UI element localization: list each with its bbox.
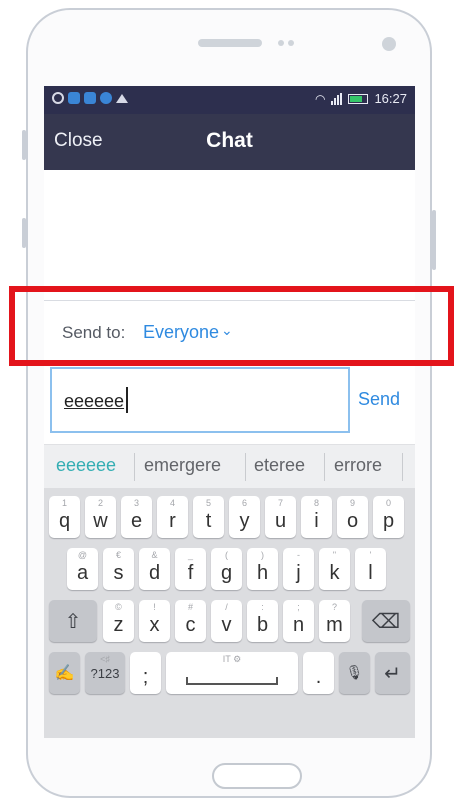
divider <box>324 453 325 481</box>
key-j[interactable]: -j <box>283 548 314 590</box>
notification-icons <box>52 92 128 104</box>
key-w[interactable]: 2w <box>85 496 116 538</box>
divider <box>245 453 246 481</box>
signal-icon <box>331 92 343 105</box>
app-notification-icon <box>84 92 96 104</box>
key-g[interactable]: (g <box>211 548 242 590</box>
enter-icon: ↵ <box>384 663 401 685</box>
text-cursor <box>126 387 128 413</box>
highlight-box <box>9 286 454 366</box>
key-e[interactable]: 3e <box>121 496 152 538</box>
chat-messages-area <box>44 170 415 300</box>
page-title: Chat <box>206 129 253 152</box>
app-notification-icon <box>100 92 112 104</box>
shift-key[interactable]: ⇧ <box>49 600 97 642</box>
key-y[interactable]: 6y <box>229 496 260 538</box>
wifi-icon: ◠ <box>314 91 326 106</box>
divider <box>402 453 403 481</box>
composer: eeeeee Send <box>44 367 415 437</box>
divider <box>134 453 135 481</box>
key-c[interactable]: # c <box>175 600 206 642</box>
screen: ◠ 16:27 Close Chat Send to: Everyone ⌄ ee… <box>44 86 415 738</box>
key-s[interactable]: € s <box>103 548 134 590</box>
front-camera <box>382 37 396 51</box>
home-button[interactable] <box>212 763 302 789</box>
key-t[interactable]: 5t <box>193 496 224 538</box>
key-p[interactable]: 0p <box>373 496 404 538</box>
battery-icon <box>348 93 369 104</box>
microphone-icon: 🎙 <box>345 664 364 680</box>
key-v[interactable]: / v <box>211 600 242 642</box>
key-k[interactable]: " k <box>319 548 350 590</box>
key-r[interactable]: 4r <box>157 496 188 538</box>
symbols-key[interactable]: <♯ ?123 <box>85 652 125 694</box>
key-u[interactable]: 7u <box>265 496 296 538</box>
status-bar: ◠ 16:27 <box>44 86 415 114</box>
key-a[interactable]: @ a <box>67 548 98 590</box>
key-n[interactable]: ; n <box>283 600 314 642</box>
speaker-grille <box>198 39 262 47</box>
power-button <box>432 210 436 270</box>
microphone-key[interactable]: 🎙 <box>339 652 370 694</box>
suggestion-item[interactable]: errore <box>334 455 382 476</box>
chat-bubble-icon <box>52 92 64 104</box>
volume-button <box>22 218 26 248</box>
message-input[interactable]: eeeeee <box>50 367 350 433</box>
keyboard: 1q 2w 3e 4r 5t 6y 7u 8i 9o 0p @ a € s & d _… <box>44 488 415 738</box>
message-input-text: eeeeee <box>64 391 125 411</box>
key-m[interactable]: ? m <box>319 600 350 642</box>
key-i[interactable]: 8i <box>301 496 332 538</box>
space-key[interactable]: IT ⚙ <box>166 652 298 694</box>
system-indicators: ◠ 16:27 <box>315 91 407 106</box>
handwriting-icon: ✍ <box>54 665 75 682</box>
backspace-icon: ⌫ <box>371 611 401 633</box>
status-time: 16:27 <box>374 91 407 106</box>
key-q[interactable]: 1q <box>49 496 80 538</box>
suggestion-item[interactable]: eteree <box>254 455 305 476</box>
suggestion-bar: eeeeee emergere eteree errore <box>44 444 415 489</box>
app-notification-icon <box>68 92 80 104</box>
suggestion-item[interactable]: eeeeee <box>56 455 116 476</box>
key-o[interactable]: 9o <box>337 496 368 538</box>
volume-button <box>22 130 26 160</box>
cloud-icon <box>116 93 128 103</box>
app-header: Close Chat <box>44 114 415 170</box>
key-h[interactable]: ) h <box>247 548 278 590</box>
key-x[interactable]: ! x <box>139 600 170 642</box>
handwriting-key[interactable]: ✍ <box>49 652 80 694</box>
enter-key[interactable]: ↵ <box>375 652 410 694</box>
backspace-key[interactable]: ⌫ <box>362 600 410 642</box>
comma-key[interactable]: ; <box>130 652 161 694</box>
send-button[interactable]: Send <box>358 389 400 410</box>
key-d[interactable]: & d <box>139 548 170 590</box>
period-key[interactable]: . <box>303 652 334 694</box>
suggestion-item[interactable]: emergere <box>144 455 221 476</box>
shift-icon: ⇧ <box>64 611 82 633</box>
key-f[interactable]: _ f <box>175 548 206 590</box>
sensor-dot <box>288 40 294 46</box>
key-b[interactable]: :b <box>247 600 278 642</box>
sensor-dot <box>278 40 284 46</box>
key-l[interactable]: ' l <box>355 548 386 590</box>
key-z[interactable]: © z <box>103 600 134 642</box>
